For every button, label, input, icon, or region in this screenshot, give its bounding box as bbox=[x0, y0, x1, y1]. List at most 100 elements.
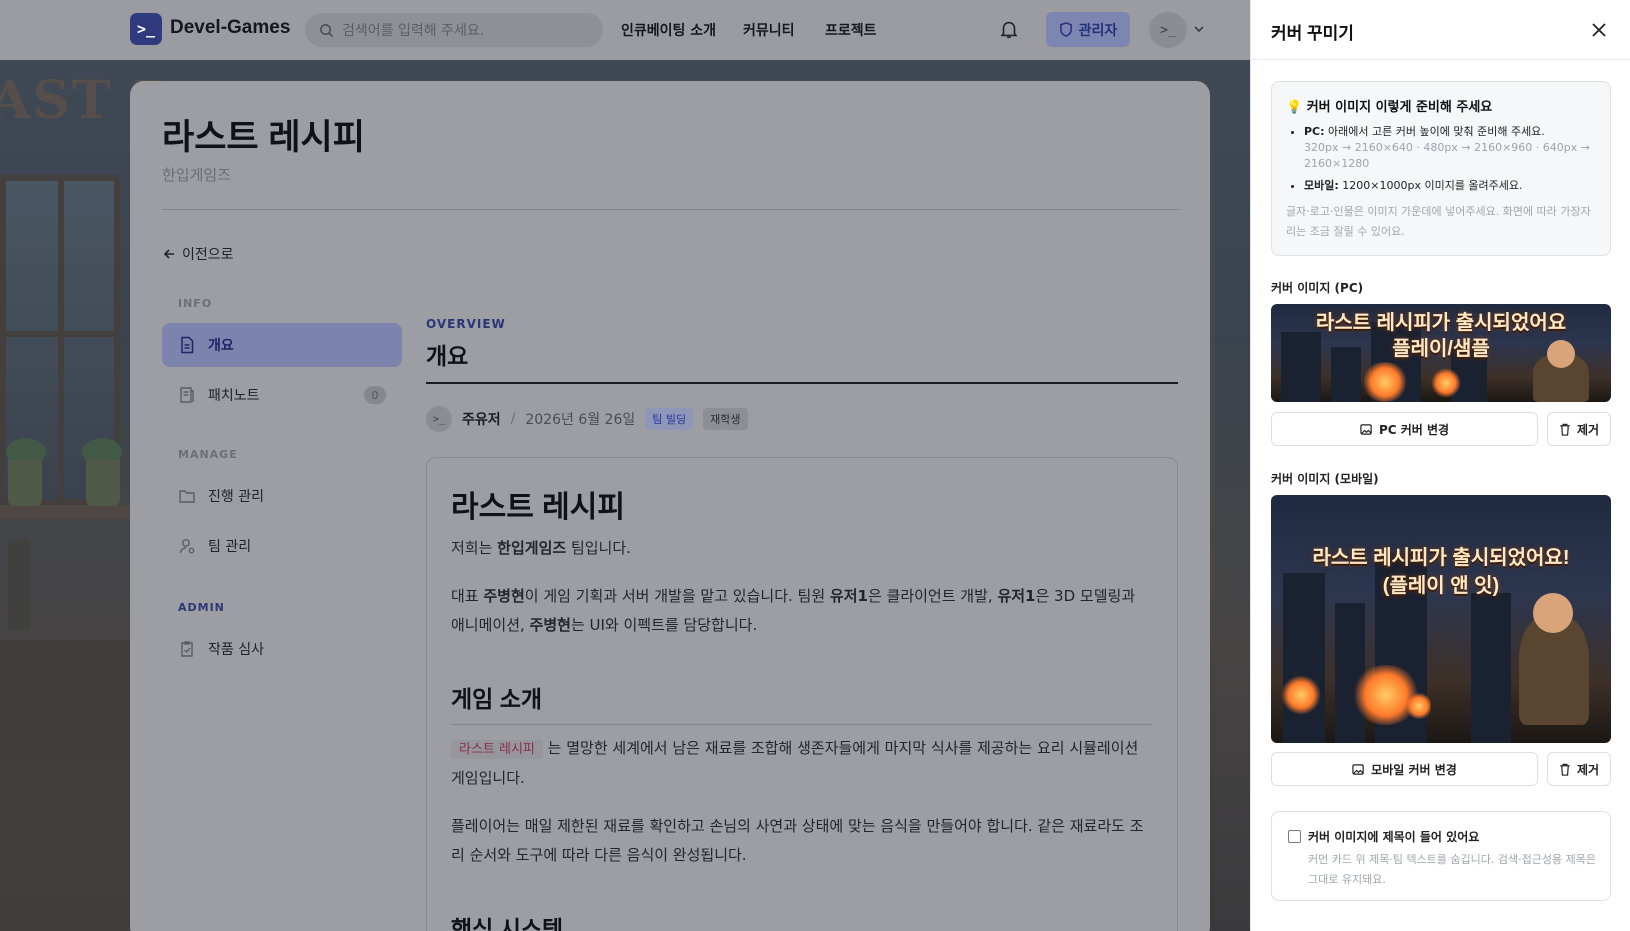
article-bold: 유저1 bbox=[829, 587, 868, 605]
chevron-down-icon[interactable] bbox=[1192, 22, 1206, 36]
sidebar-item-progress[interactable]: 진행 관리 bbox=[162, 474, 402, 518]
guide-title: 💡 커버 이미지 이렇게 준비해 주세요 bbox=[1286, 96, 1492, 115]
article-text: 대표 bbox=[451, 587, 484, 605]
article-paragraph: 저희는 한입게임즈 팀입니다. bbox=[451, 534, 1151, 563]
article-text: 팀입니다. bbox=[566, 539, 631, 557]
patchnote-icon bbox=[180, 387, 194, 403]
mobile-cover-label: 커버 이미지 (모바일) bbox=[1271, 472, 1379, 486]
author-name[interactable]: 주유저 bbox=[462, 409, 501, 429]
search-input[interactable]: 검색어를 입력해 주세요. bbox=[305, 13, 603, 47]
checkbox-label[interactable]: 커버 이미지에 제목이 들어 있어요 bbox=[1308, 828, 1479, 845]
mobile-cover-change-label: 모바일 커버 변경 bbox=[1371, 762, 1457, 777]
patchnote-count-badge: 0 bbox=[364, 386, 386, 404]
divider bbox=[162, 209, 1180, 210]
pc-cover-preview: 라스트 레시피가 출시되었어요 플레이/샘플 bbox=[1271, 304, 1611, 402]
tag-team-building: 팀 빌딩 bbox=[645, 408, 694, 430]
mobile-cover-change-button[interactable]: 모바일 커버 변경 bbox=[1271, 752, 1538, 786]
guide-pc-sizes: 320px → 2160×640 · 480px → 2160×960 · 64… bbox=[1304, 141, 1590, 170]
guide-pc-text: 아래에서 고른 커버 높이에 맞춰 준비해 주세요. bbox=[1328, 125, 1545, 138]
sidebar-item-team[interactable]: 팀 관리 bbox=[162, 524, 402, 568]
post-meta: >_ 주유저 / 2026년 6월 26일 팀 빌딩 재학생 bbox=[426, 406, 748, 432]
sidebar-item-label: 진행 관리 bbox=[208, 489, 264, 505]
sidebar-item-overview[interactable]: 개요 bbox=[162, 323, 402, 367]
cover-editor-drawer: 커버 꾸미기 💡 커버 이미지 이렇게 준비해 주세요 PC: 아래에서 고른 … bbox=[1250, 0, 1630, 931]
meta-separator: / bbox=[510, 411, 516, 427]
sidebar-item-label: 팀 관리 bbox=[208, 539, 252, 555]
cover-guide-box: 💡 커버 이미지 이렇게 준비해 주세요 PC: 아래에서 고른 커버 높이에 … bbox=[1271, 81, 1611, 256]
article-paragraph: 대표 주병현이 게임 기획과 서버 개발을 맡고 있습니다. 팀원 유저1은 클… bbox=[451, 582, 1151, 640]
author-avatar: >_ bbox=[426, 406, 452, 432]
guide-note: 글자·로고·인물은 이미지 가운데에 넣어주세요. 화면에 따라 가장자리는 조… bbox=[1286, 205, 1591, 238]
remove-label: 제거 bbox=[1576, 422, 1600, 437]
sidebar-item-patchnotes[interactable]: 패치노트 0 bbox=[162, 373, 402, 417]
guide-item-pc: PC: 아래에서 고른 커버 높이에 맞춰 준비해 주세요. 320px → 21… bbox=[1304, 124, 1600, 172]
post-date: 2026년 6월 26일 bbox=[525, 412, 636, 428]
bell-icon[interactable] bbox=[998, 18, 1020, 40]
guide-item-mobile: 모바일: 1200×1000px 이미지를 올려주세요. bbox=[1304, 178, 1600, 194]
user-icon bbox=[179, 539, 195, 554]
top-navbar: >_ Devel-Games 검색어를 입력해 주세요. 인큐베이팅 소개 커뮤… bbox=[0, 0, 1250, 60]
sidebar-section-info: INFO bbox=[178, 297, 213, 310]
article-text: 이 게임 기획과 서버 개발을 맡고 있습니다. 팀원 bbox=[524, 587, 830, 605]
pc-cover-caption-line2: 플레이/샘플 bbox=[1392, 338, 1490, 360]
article-text: 는 멸망한 세계에서 남은 재료를 조합해 생존자들에게 마지막 식사를 제공하… bbox=[451, 739, 1139, 787]
overview-title: 개요 bbox=[426, 343, 469, 369]
nav-community[interactable]: 커뮤니티 bbox=[743, 20, 795, 40]
back-label: 이전으로 bbox=[182, 247, 234, 263]
pc-cover-caption-line1: 라스트 레시피가 출시되었어요 bbox=[1315, 312, 1567, 334]
article-paragraph: 플레이어는 매일 제한된 재료를 확인하고 손님의 사연과 상태에 맞는 음식을… bbox=[451, 817, 1144, 864]
pc-cover-remove-button[interactable]: 제거 bbox=[1547, 412, 1611, 446]
search-icon bbox=[320, 23, 334, 37]
article-bold: 유저1 bbox=[997, 587, 1036, 605]
pc-cover-label: 커버 이미지 (PC) bbox=[1271, 281, 1364, 295]
drawer-title: 커버 꾸미기 bbox=[1271, 24, 1354, 43]
sidebar-item-label: 패치노트 bbox=[208, 388, 260, 404]
mobile-cover-remove-button[interactable]: 제거 bbox=[1547, 752, 1611, 786]
article-heading: 라스트 레시피 bbox=[451, 491, 625, 524]
sidebar-section-admin: ADMIN bbox=[178, 601, 225, 614]
drawer-header: 커버 꾸미기 bbox=[1251, 0, 1630, 60]
divider bbox=[451, 724, 1153, 725]
remove-label: 제거 bbox=[1576, 762, 1600, 777]
divider bbox=[426, 382, 1178, 384]
nav-projects[interactable]: 프로젝트 bbox=[825, 20, 877, 40]
article-bold: 주병현 bbox=[483, 587, 525, 605]
article-bold: 주병현 bbox=[529, 616, 571, 634]
trash-icon bbox=[1560, 763, 1570, 776]
sidebar-item-review[interactable]: 작품 심사 bbox=[162, 627, 402, 671]
pc-cover-change-button[interactable]: PC 커버 변경 bbox=[1271, 412, 1538, 446]
brand-logo[interactable]: >_ bbox=[130, 13, 162, 45]
sidebar-item-label: 개요 bbox=[208, 338, 234, 354]
back-link[interactable]: 이전으로 bbox=[162, 244, 234, 264]
article-paragraph: 라스트 레시피 는 멸망한 세계에서 남은 재료를 조합해 생존자들에게 마지막… bbox=[451, 734, 1151, 793]
brand-name[interactable]: Devel-Games bbox=[170, 17, 290, 39]
mobile-cover-caption-line1: 라스트 레시피가 출시되었어요! bbox=[1312, 547, 1570, 569]
mobile-cover-preview: 라스트 레시피가 출시되었어요! (플레이 앤 잇) bbox=[1271, 495, 1611, 743]
lightbulb-icon: 💡 bbox=[1286, 100, 1303, 115]
close-icon[interactable] bbox=[1587, 18, 1611, 42]
title-in-image-option: 커버 이미지에 제목이 들어 있어요 커먼 카드 위 제목·팀 텍스트를 숨깁니… bbox=[1271, 811, 1611, 901]
article-text: 는 UI와 이펙트를 담당합니다. bbox=[570, 616, 758, 634]
article-subheading: 게임 소개 bbox=[451, 686, 543, 712]
trash-icon bbox=[1560, 423, 1570, 436]
guide-title-text: 커버 이미지 이렇게 준비해 주세요 bbox=[1306, 100, 1493, 115]
mobile-cover-caption-line2: (플레이 앤 잇) bbox=[1382, 575, 1500, 597]
admin-button[interactable]: 관리자 bbox=[1046, 12, 1130, 47]
article-body: 라스트 레시피 저희는 한입게임즈 팀입니다. 대표 주병현이 게임 기획과 서… bbox=[426, 457, 1178, 931]
guide-mobile-label: 모바일: bbox=[1304, 179, 1339, 192]
guide-pc-label: PC: bbox=[1304, 125, 1325, 138]
article-text: 은 클라이언트 개발, bbox=[867, 587, 998, 605]
article-subheading: 핵심 시스템 bbox=[451, 916, 564, 931]
user-avatar[interactable]: >_ bbox=[1149, 12, 1187, 48]
overview-eyebrow: OVERVIEW bbox=[426, 317, 506, 331]
title-in-image-checkbox[interactable] bbox=[1288, 830, 1301, 843]
article-bold: 한입게임즈 bbox=[497, 539, 567, 557]
page-title: 라스트 레시피 bbox=[162, 118, 365, 157]
pc-cover-change-label: PC 커버 변경 bbox=[1378, 422, 1450, 437]
guide-list: PC: 아래에서 고른 커버 높이에 맞춰 준비해 주세요. 320px → 21… bbox=[1304, 124, 1600, 200]
guide-mobile-text: 1200×1000px 이미지를 올려주세요. bbox=[1342, 179, 1523, 192]
inline-code: 라스트 레시피 bbox=[451, 740, 543, 759]
nav-incubating[interactable]: 인큐베이팅 소개 bbox=[621, 20, 716, 40]
folder-icon bbox=[179, 490, 195, 503]
checkbox-description: 커먼 카드 위 제목·팀 텍스트를 숨깁니다. 검색·접근성용 제목은 그대로 … bbox=[1308, 853, 1596, 886]
